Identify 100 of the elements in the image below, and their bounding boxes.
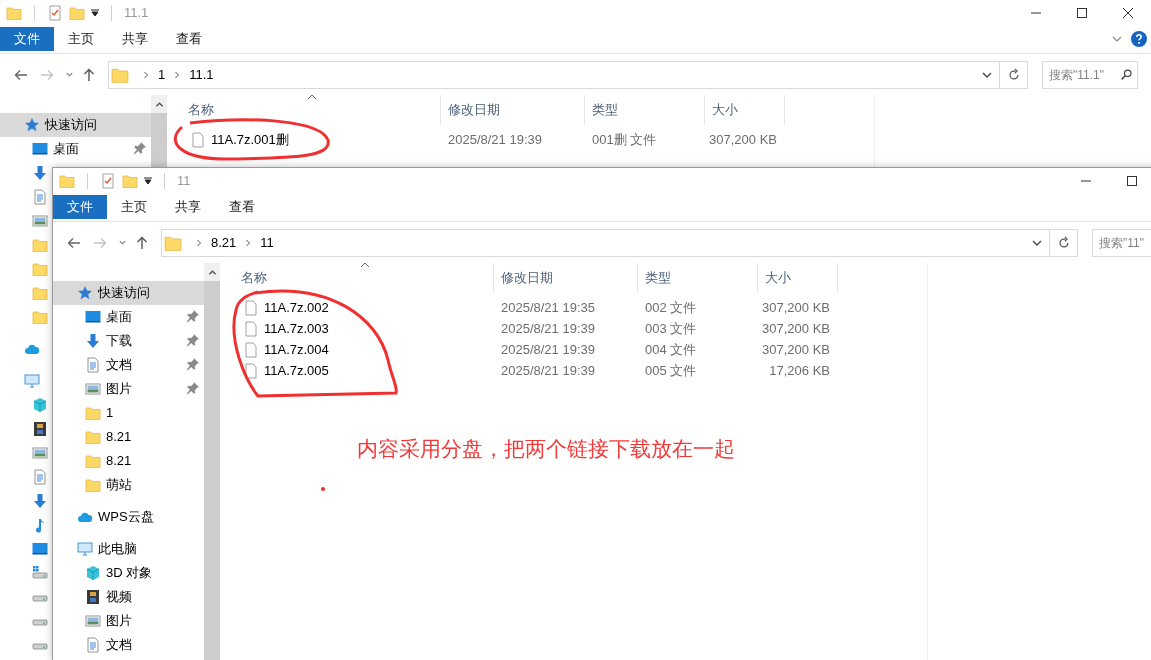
new-folder-toolbar-button[interactable] [69,4,85,21]
annotation-note: 内容采用分盘，把两个链接下载放在一起 [357,436,735,462]
ribbon-tab[interactable]: 主页 [54,27,108,51]
ribbon-tab[interactable]: 查看 [162,27,216,51]
address-bar[interactable]: 1 11.1 [108,60,1028,89]
breadcrumb[interactable]: 8.21 [208,232,240,253]
nav-item[interactable]: 8.21 [53,449,204,473]
nav-item[interactable]: 桌面 [0,137,151,161]
breadcrumb[interactable]: 11 [257,232,277,253]
folder-toolbar-button[interactable] [59,172,75,189]
type-cell-text: 002 文件 [644,298,698,317]
folder-icon [85,453,101,469]
search-icon [1120,67,1133,81]
file-row[interactable]: 11A.7z.001删 2025/8/21 19:39 001删 文件 307,200 KB [167,129,874,150]
column-header[interactable]: 大小 [705,95,785,125]
scroll-up-icon [207,267,217,277]
caret-icon [144,176,152,185]
ribbon-tab[interactable]: 主页 [107,195,161,219]
column-header[interactable]: 名称 [167,95,441,125]
folder-icon [6,4,22,21]
nav-item[interactable]: 8.21 [53,425,204,449]
properties-toolbar-button[interactable] [47,4,63,21]
new-folder-toolbar-button[interactable] [122,172,138,189]
text-document-icon [32,189,48,205]
folder-icon [32,285,48,301]
nav-item[interactable]: 萌站 [53,473,204,497]
cube-icon [85,565,101,581]
nav-item[interactable]: 文档 [53,353,204,377]
breadcrumb[interactable]: 11.1 [186,64,217,85]
file-name: 11A.7z.004 [264,340,329,359]
computer-icon [24,373,40,389]
nav-item[interactable]: 快速访问 [53,281,204,305]
refresh-icon [1056,235,1071,250]
nav-item[interactable]: WPS云盘 [53,505,204,529]
monitor-icon [85,309,101,325]
help-button[interactable] [1131,31,1147,47]
scroll-up-icon [154,99,164,109]
nav-item[interactable]: 快速访问 [0,113,151,137]
picture-icon [32,213,48,229]
folder-icon [85,477,101,493]
folder-toolbar-button[interactable] [6,4,22,21]
ribbon-tab[interactable]: 共享 [108,27,162,51]
pin-icon [186,357,200,371]
refresh-icon [1006,67,1021,82]
chevron-right-icon [244,238,253,247]
picture-icon [32,445,48,461]
folder-icon [122,172,138,189]
file-icon [243,299,259,316]
size-cell-text: 307,200 KB [761,340,831,359]
file-row[interactable]: 11A.7z.004 2025/8/21 19:39 004 文件 307,200 KB [220,339,927,360]
type-cell-text: 004 文件 [644,340,698,359]
checklist-icon [100,172,116,189]
maximize-icon [1077,7,1087,18]
ribbon-tab[interactable]: 查看 [215,195,269,219]
file-icon [190,131,206,148]
file-name: 11A.7z.002 [264,298,329,317]
customize-toolbar-button[interactable] [91,8,99,17]
size-cell-text: 307,200 KB [761,319,831,338]
properties-toolbar-button[interactable] [100,172,116,189]
nav-item[interactable]: 桌面 [53,305,204,329]
nav-item[interactable]: 3D 对象 [53,561,204,585]
checklist-icon [47,4,63,21]
column-header[interactable]: 修改日期 [494,263,638,293]
column-header[interactable]: 类型 [638,263,758,293]
folder-icon [32,261,48,277]
star-icon [24,117,40,133]
nav-item[interactable]: 视频 [53,585,204,609]
pin-icon [186,381,200,395]
type-cell-text: 003 文件 [644,319,698,338]
column-header[interactable]: 修改日期 [441,95,585,125]
address-bar[interactable]: 8.21 11 [161,228,1078,257]
file-icon [243,320,259,337]
film-icon [32,421,48,437]
modified-cell-text: 2025/8/21 19:35 [500,298,596,317]
help-icon [1131,31,1147,47]
file-row[interactable]: 11A.7z.003 2025/8/21 19:39 003 文件 307,200 KB [220,318,927,339]
up-arrow-icon [81,66,97,83]
column-header[interactable]: 名称 [220,263,494,293]
pin-icon [133,141,147,155]
file-icon [243,362,259,379]
window-title: 11.1 [124,3,149,22]
nav-item[interactable]: 文档 [53,633,204,657]
nav-item[interactable]: 图片 [53,609,204,633]
column-header[interactable]: 类型 [585,95,705,125]
column-header[interactable]: 大小 [758,263,838,293]
search-field[interactable]: 搜索"11.1" [1042,60,1138,89]
customize-toolbar-button[interactable] [144,176,152,185]
search-field[interactable]: 搜索"11" [1092,228,1151,257]
ribbon-tab[interactable]: 共享 [161,195,215,219]
nav-item[interactable]: 此电脑 [53,537,204,561]
computer-icon [77,541,93,557]
file-row[interactable]: 11A.7z.005 2025/8/21 19:39 005 文件 17,206 KB [220,360,927,381]
type-cell-text: 001删 文件 [591,130,658,149]
breadcrumb[interactable]: 1 [155,64,169,85]
ribbon-tab[interactable]: 文件 [0,27,54,51]
ribbon-tab[interactable]: 文件 [53,195,107,219]
file-row[interactable]: 11A.7z.002 2025/8/21 19:35 002 文件 307,200 KB [220,297,927,318]
nav-item[interactable]: 1 [53,401,204,425]
nav-item[interactable]: 图片 [53,377,204,401]
nav-item[interactable]: 下载 [53,329,204,353]
